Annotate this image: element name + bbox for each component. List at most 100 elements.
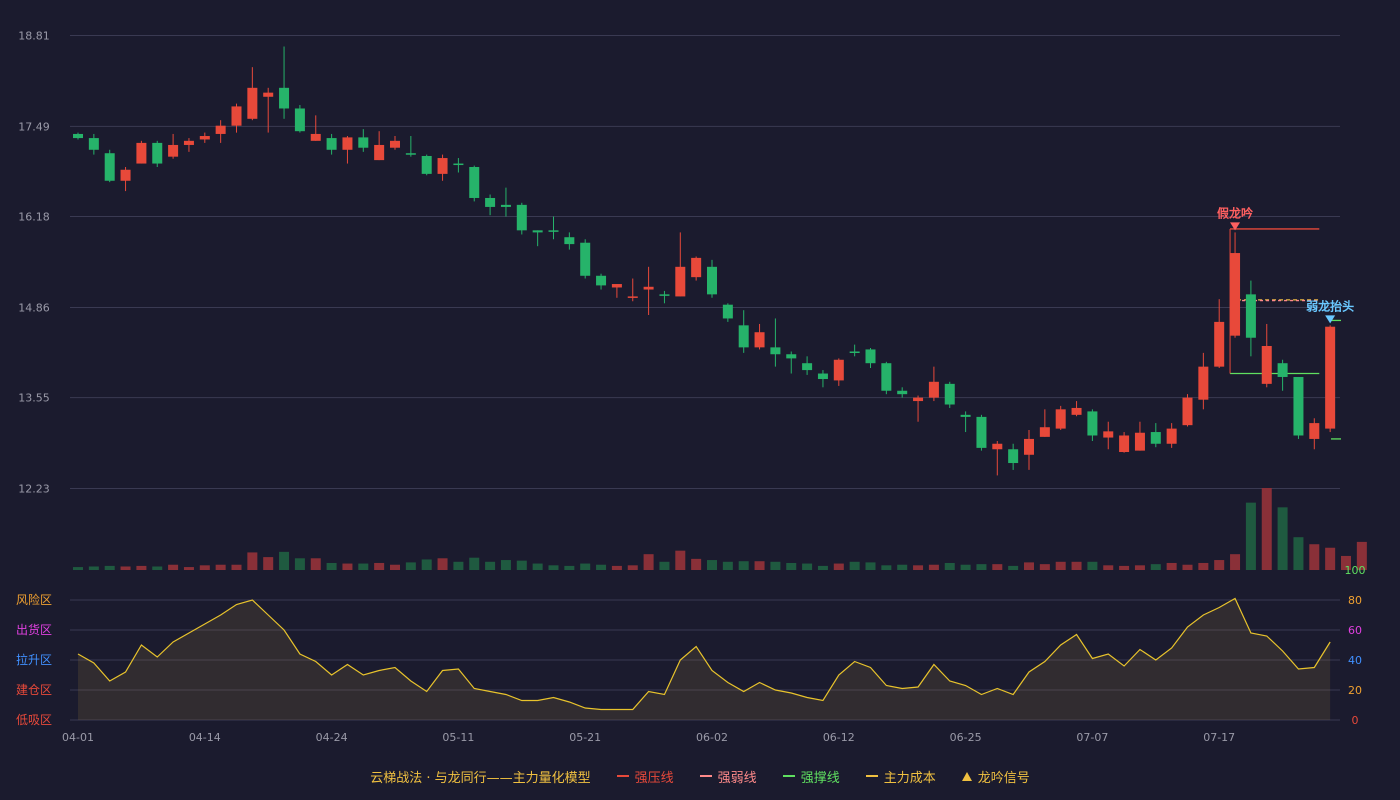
volume-bar: [1325, 547, 1336, 570]
candle-body: [1150, 432, 1161, 444]
candle-body: [1103, 431, 1114, 438]
volume-bar: [580, 563, 591, 570]
candle-body: [833, 359, 844, 381]
volume-bar: [1277, 507, 1288, 570]
candle-body: [231, 106, 242, 126]
volume-bar: [802, 563, 813, 570]
volume-bar: [500, 560, 511, 570]
candle-body: [326, 138, 337, 150]
candle-body: [500, 204, 511, 207]
candle-body: [817, 373, 828, 380]
candle-body: [849, 351, 860, 353]
volume-bar: [881, 565, 892, 570]
volume-bar: [263, 557, 274, 570]
legend-title: 云梯战法 · 与龙同行——主力量化模型: [370, 770, 591, 786]
volume-bar: [833, 563, 844, 570]
volume-bar: [390, 564, 400, 570]
candle-body: [390, 140, 400, 148]
annotation-arrow-icon: [1325, 315, 1336, 324]
legend-strong-support[interactable]: 强撑线: [782, 767, 840, 786]
price-tick-label: 18.81: [18, 30, 50, 43]
candle-body: [437, 158, 448, 174]
volume-bar: [1198, 562, 1209, 570]
annotation-label: 弱龙抬头: [1306, 298, 1354, 313]
candle-body: [1087, 411, 1098, 436]
legend-strong-press[interactable]: 强压线: [616, 767, 674, 786]
candle-body: [1119, 435, 1130, 453]
volume-bar: [754, 561, 765, 570]
candle-body: [469, 166, 480, 198]
volume-bar: [770, 561, 781, 570]
legend-dragon-signal[interactable]: 龙吟信号: [961, 767, 1030, 786]
candle-body: [627, 296, 638, 298]
volume-bar: [183, 567, 194, 570]
candle-body: [104, 153, 115, 181]
triangle-icon: [961, 771, 972, 781]
volume-bar: [152, 566, 163, 570]
candle-body: [247, 87, 258, 119]
volume-bar: [707, 560, 717, 570]
candle-body: [1134, 432, 1145, 451]
volume-bar: [1087, 561, 1098, 570]
volume-bar: [722, 561, 733, 570]
volume-bar: [1103, 565, 1114, 570]
candle-body: [263, 92, 274, 97]
candle-body: [976, 416, 987, 448]
volume-bar: [659, 561, 670, 570]
volume-bar: [294, 558, 305, 570]
candle-body: [564, 237, 575, 245]
legend-label: 强弱线: [717, 770, 757, 786]
osc-zone-label: 风险区: [16, 592, 52, 607]
price-tick-label: 16.18: [18, 211, 50, 224]
candle-body: [152, 142, 163, 164]
volume-bar: [247, 552, 258, 570]
legend-strong-weak[interactable]: 强弱线: [699, 767, 757, 786]
volume-bar: [453, 561, 464, 570]
volume-bar: [215, 564, 226, 570]
candle-body: [310, 133, 321, 141]
osc-zone-label: 拉升区: [16, 652, 52, 667]
candle-body: [722, 304, 733, 319]
volume-bar: [643, 554, 654, 570]
candle-body: [596, 275, 607, 286]
volume-bar: [532, 563, 543, 570]
volume-bar: [976, 564, 987, 570]
annotation-label: 假龙吟: [1217, 205, 1253, 220]
price-tick-label: 14.86: [18, 301, 50, 314]
candle-body: [548, 230, 559, 232]
volume-bar: [944, 562, 955, 570]
candle-body: [944, 383, 955, 405]
candle-body: [215, 125, 226, 134]
candle-body: [1198, 366, 1209, 400]
candle-body: [707, 266, 717, 295]
volume-bar: [865, 562, 876, 570]
legend-main-cost[interactable]: 主力成本: [865, 767, 936, 786]
volume-bar: [1293, 537, 1304, 570]
candle-body: [358, 137, 369, 148]
candle-body: [183, 140, 194, 145]
volume-bar: [485, 561, 496, 570]
volume-bar: [1039, 564, 1050, 570]
legend-label: 龙吟信号: [977, 770, 1030, 786]
volume-bar: [691, 558, 702, 570]
x-tick-label: 07-17: [1203, 731, 1235, 744]
volume-bar: [817, 565, 828, 570]
candle-body: [754, 332, 765, 348]
candle-body: [485, 197, 496, 207]
legend-label: 强撑线: [800, 770, 840, 786]
candle-body: [516, 204, 527, 231]
candle-body: [532, 230, 543, 233]
volume-bar: [421, 559, 432, 570]
volume-bar: [992, 564, 1003, 570]
candle-body: [374, 144, 385, 161]
volume-bar: [928, 564, 939, 570]
candle-body: [421, 155, 432, 174]
candle-body: [279, 87, 290, 109]
price-tick-label: 12.23: [18, 483, 50, 496]
candle-body: [786, 354, 797, 359]
x-tick-label: 06-25: [950, 731, 982, 744]
candle-body: [1166, 428, 1177, 444]
candle-body: [611, 284, 622, 288]
candle-body: [1182, 397, 1193, 426]
main-cost-swatch-icon: [865, 775, 878, 777]
